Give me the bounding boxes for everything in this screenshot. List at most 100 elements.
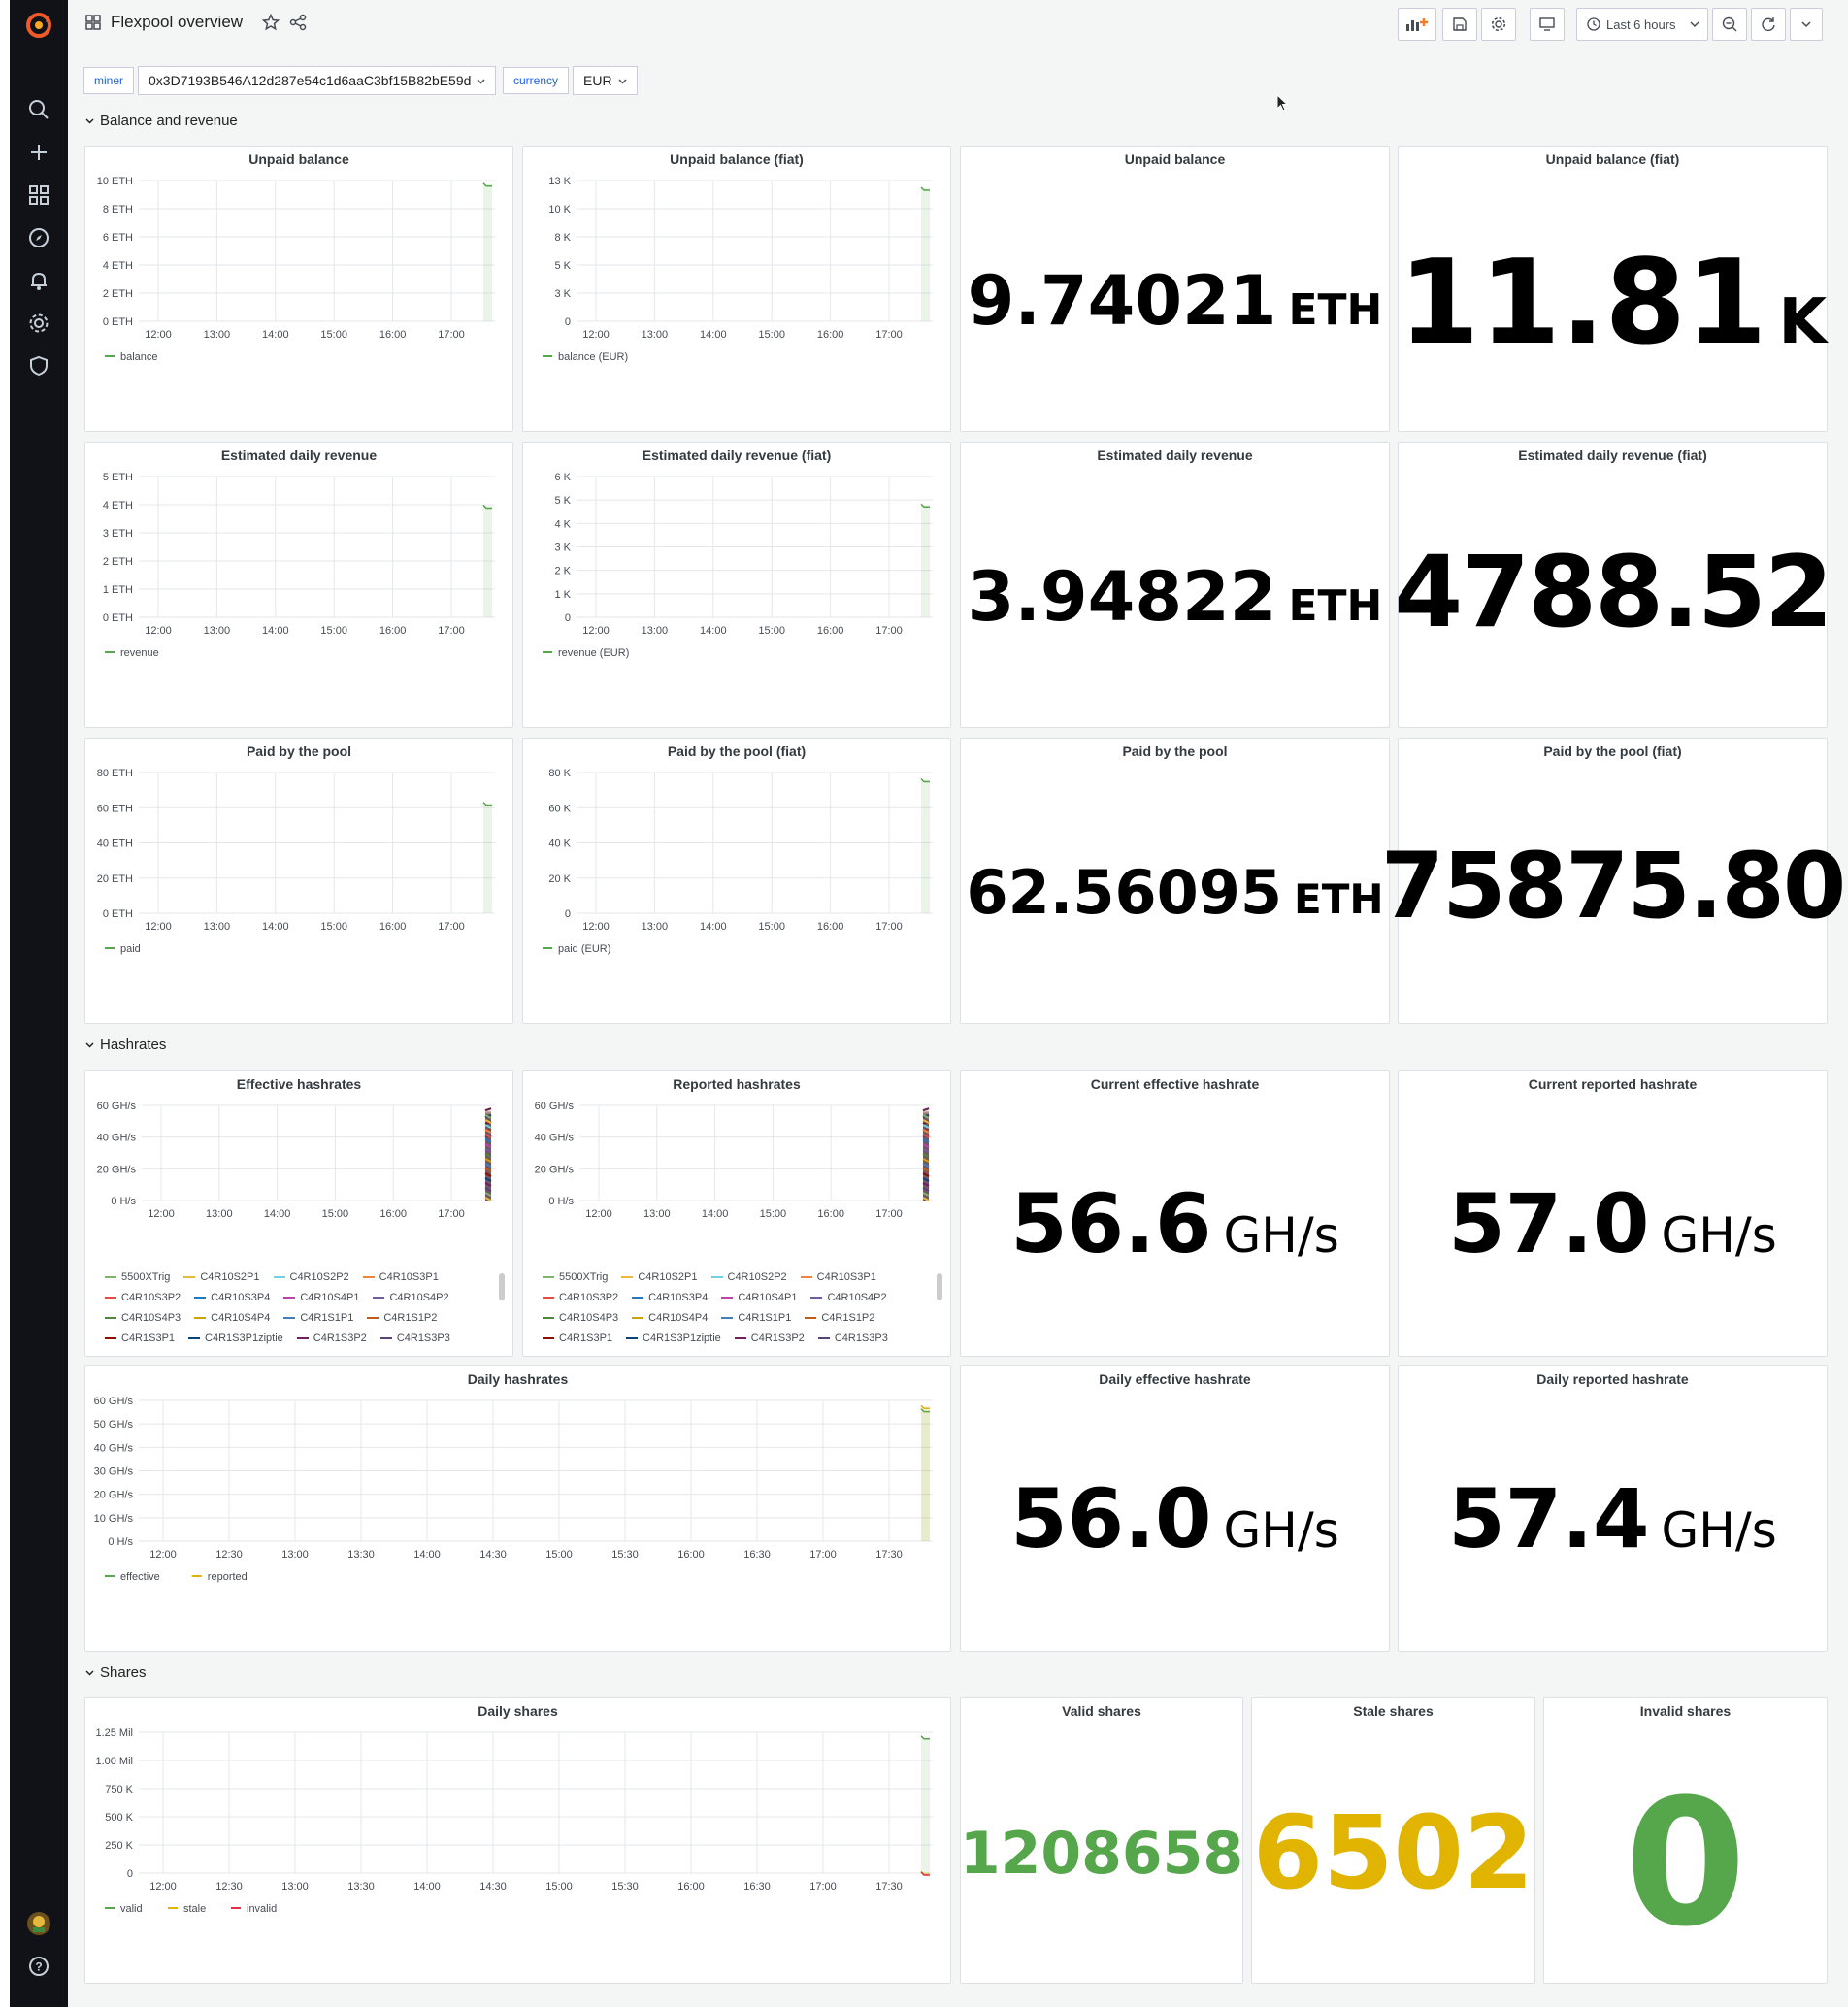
sidebar: ? (10, 0, 68, 2007)
legend-item[interactable]: C4R10S4P1 (721, 1290, 797, 1306)
panel-unpaid-balance-stat[interactable]: Unpaid balance 9.74021 ETH (960, 146, 1390, 432)
panel-current-effective-hashrate-stat[interactable]: Current effective hashrate 56.6 GH/s (960, 1070, 1390, 1357)
panel-invalid-shares-stat[interactable]: Invalid shares 0 (1543, 1697, 1828, 1984)
row-header-balance[interactable]: Balance and revenue (85, 113, 238, 129)
save-dashboard-button[interactable] (1442, 8, 1477, 41)
legend-scrollbar[interactable] (937, 1273, 942, 1300)
legend-item[interactable]: C4R10S4P1 (283, 1290, 359, 1306)
avatar[interactable] (10, 1902, 68, 1945)
zoom-out-button[interactable] (1712, 8, 1747, 41)
legend-item[interactable]: C4R10S3P1 (362, 1269, 439, 1286)
legend-item[interactable]: C4R10S3P4 (194, 1290, 270, 1306)
refresh-button[interactable] (1751, 8, 1786, 41)
legend-item[interactable]: C4R1S3P1ziptie (626, 1331, 721, 1347)
legend-item[interactable]: C4R10S2P1 (621, 1269, 698, 1286)
panel-unpaid-balance-fiat-chart[interactable]: Unpaid balance (fiat) 0 3 K 5 K 8 K 10 K 13 K… (522, 146, 951, 432)
legend-item[interactable]: C4R1S1P1 (283, 1310, 353, 1327)
legend-item[interactable]: C4R1S3P2 (296, 1331, 367, 1347)
panel-est-daily-revenue-fiat-stat[interactable]: Estimated daily revenue (fiat) 4788.52 (1394, 442, 1833, 728)
panel-title: Daily reported hashrate (1536, 1371, 1689, 1387)
legend-item[interactable]: C4R10S2P2 (273, 1269, 349, 1286)
alerting-bell-icon[interactable] (10, 259, 68, 302)
tv-mode-button[interactable] (1530, 8, 1565, 41)
legend-item[interactable]: C4R10S4P2 (373, 1290, 449, 1306)
time-range-picker[interactable]: Last 6 hours (1576, 8, 1708, 41)
currency-variable-select[interactable]: EUR (573, 66, 638, 95)
legend-item[interactable]: C4R1S3P2 (734, 1331, 805, 1347)
legend-item[interactable]: C4R10S3P2 (105, 1290, 181, 1306)
legend-item[interactable]: C4R10S3P1 (800, 1269, 876, 1286)
dashboard-settings-button[interactable] (1481, 8, 1516, 41)
legend-item[interactable]: C4R1S1P1 (721, 1310, 791, 1327)
legend-item[interactable]: C4R10S4P4 (194, 1310, 270, 1327)
legend-item[interactable]: C4R1S1P2 (367, 1310, 437, 1327)
legend-item[interactable]: C4R10S4P3 (543, 1310, 618, 1327)
miner-variable-select[interactable]: 0x3D7193B546A12d287e54c1d6aaC3bf15B82bE5… (138, 66, 497, 95)
panel-paid-chart[interactable]: Paid by the pool 0 ETH 20 ETH 40 ETH 60 ETH… (84, 738, 513, 1024)
panel-daily-effective-hashrate-stat[interactable]: Daily effective hashrate 56.0 GH/s (960, 1365, 1390, 1652)
legend-swatch (183, 1276, 196, 1279)
panel-valid-shares-stat[interactable]: Valid shares 1208658 (960, 1697, 1243, 1984)
unpaid-balance-graph: 0 ETH 2 ETH 4 ETH 6 ETH 8 ETH 10 ETH 12:00 13:0… (97, 176, 495, 363)
legend-item[interactable]: C4R10S4P3 (105, 1310, 181, 1327)
panel-reported-hashrates-chart[interactable]: Reported hashrates 0 H/s 20 GH/s 40 GH/s 60… (522, 1070, 951, 1357)
x-tick-label: 12:00 (148, 1208, 175, 1220)
add-panel-button[interactable] (1398, 8, 1436, 41)
legend-item[interactable]: C4R1S3P3 (380, 1331, 450, 1347)
panel-daily-hashrates-chart[interactable]: Daily hashrates 0 H/s 10 GH/s 20 GH/s 30 GH… (84, 1365, 951, 1652)
panel-paid-fiat-chart[interactable]: Paid by the pool (fiat) 0 20 K 40 K 60 K 80 … (522, 738, 951, 1024)
search-icon[interactable] (10, 88, 68, 131)
panel-effective-hashrates-chart[interactable]: Effective hashrates 0 H/s 20 GH/s 40 GH/s 6… (84, 1070, 513, 1357)
panel-paid-fiat-stat[interactable]: Paid by the pool (fiat) 75875.80 (1381, 738, 1846, 1024)
legend-item[interactable]: C4R1S3P1ziptie (188, 1331, 283, 1347)
panel-daily-reported-hashrate-stat[interactable]: Daily reported hashrate 57.4 GH/s (1398, 1365, 1828, 1652)
panel-unpaid-balance-fiat-stat[interactable]: Unpaid balance (fiat) 11.81 K (1398, 146, 1828, 432)
legend-item[interactable]: 5500XTrig (105, 1269, 170, 1286)
legend-item[interactable]: C4R10S3P2 (543, 1290, 618, 1306)
plus-icon[interactable] (10, 131, 68, 174)
dashboard-title-text[interactable]: Flexpool overview (111, 13, 243, 32)
share-icon[interactable] (289, 14, 307, 31)
x-tick-label: 14:30 (479, 1549, 507, 1561)
legend-label: C4R1S3P3 (834, 1333, 888, 1344)
legend-swatch (273, 1276, 285, 1279)
legend-item[interactable]: C4R10S4P4 (632, 1310, 708, 1327)
server-admin-shield-icon[interactable] (10, 345, 68, 387)
panel-daily-shares-chart[interactable]: Daily shares 0 250 K 500 K 750 K 1.00 Mil 1.2… (84, 1697, 951, 1984)
dashboards-icon[interactable] (10, 174, 68, 216)
panel-est-daily-revenue-stat[interactable]: Estimated daily revenue 3.94822 ETH (960, 442, 1390, 728)
panel-paid-stat[interactable]: Paid by the pool 62.56095 ETH (960, 738, 1390, 1024)
legend-item[interactable]: C4R10S2P1 (183, 1269, 260, 1286)
grafana-logo-icon[interactable] (10, 4, 68, 47)
legend-item[interactable]: C4R1S3P3 (817, 1331, 888, 1347)
star-icon[interactable] (262, 14, 280, 31)
legend-item[interactable]: C4R10S4P2 (810, 1290, 887, 1306)
legend-item[interactable]: C4R1S3P1 (543, 1331, 612, 1347)
row-header-shares[interactable]: Shares (85, 1664, 147, 1681)
panel-title: Paid by the pool (fiat) (667, 743, 807, 759)
panel-title: Unpaid balance (fiat) (1545, 151, 1680, 167)
help-icon[interactable]: ? (10, 1945, 68, 1988)
row-header-hashrates[interactable]: Hashrates (85, 1036, 166, 1053)
legend-item[interactable]: C4R1S1P2 (805, 1310, 874, 1327)
explore-compass-icon[interactable] (10, 216, 68, 259)
x-tick-label: 15:00 (758, 625, 785, 637)
legend-scrollbar[interactable] (499, 1273, 505, 1300)
clock-icon (1587, 17, 1600, 31)
y-tick-label: 3 ETH (103, 528, 133, 540)
legend-swatch (296, 1337, 309, 1340)
legend-item[interactable]: C4R1S3P1 (105, 1331, 175, 1347)
configuration-gear-icon[interactable] (10, 302, 68, 345)
x-tick-label: 12:00 (585, 1208, 612, 1220)
legend-item[interactable]: 5500XTrig (543, 1269, 608, 1286)
refresh-interval-dropdown[interactable] (1790, 8, 1823, 41)
x-tick-label: 14:00 (700, 921, 727, 933)
panel-est-daily-revenue-fiat-chart[interactable]: Estimated daily revenue (fiat) 0 1 K 2 K 3 … (522, 442, 951, 728)
legend-item[interactable]: C4R10S2P2 (710, 1269, 787, 1286)
legend-item[interactable]: C4R10S3P4 (632, 1290, 708, 1306)
panel-est-daily-revenue-chart[interactable]: Estimated daily revenue 0 ETH 1 ETH 2 ETH 3… (84, 442, 513, 728)
paid-fiat-graph: 0 20 K 40 K 60 K 80 K 12:00 13:00 14:00 15:00 16:… (543, 768, 933, 955)
panel-stale-shares-stat[interactable]: Stale shares 6502 (1251, 1697, 1535, 1984)
panel-unpaid-balance-chart[interactable]: Unpaid balance 0 ETH 2 ETH 4 ETH 6 ETH 8 ETH… (84, 146, 513, 432)
panel-current-reported-hashrate-stat[interactable]: Current reported hashrate 57.0 GH/s (1398, 1070, 1828, 1357)
